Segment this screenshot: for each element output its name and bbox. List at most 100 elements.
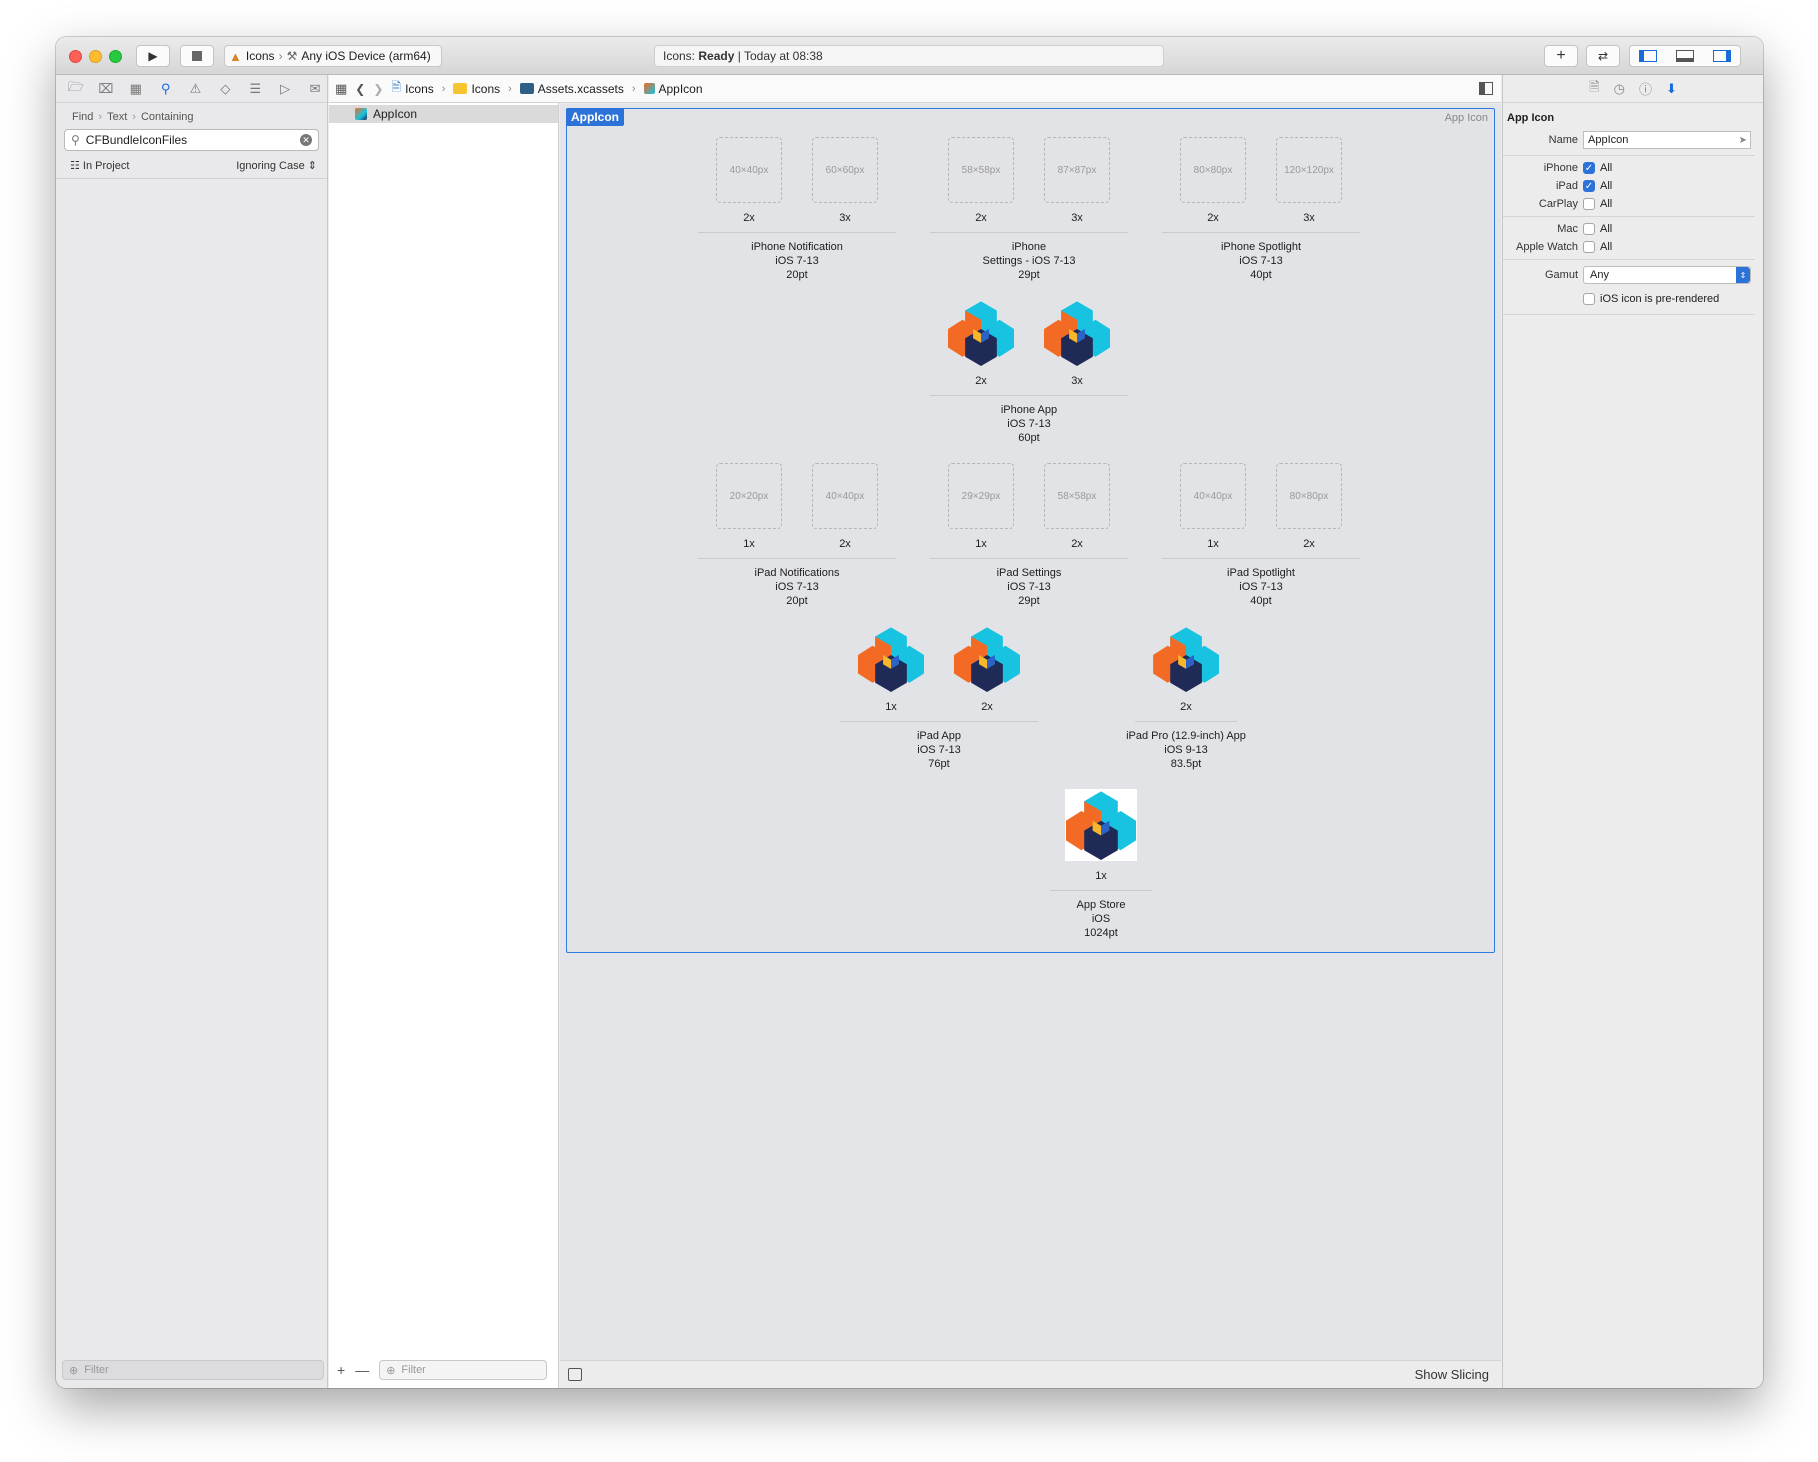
find-match-label[interactable]: Containing: [141, 111, 194, 123]
find-scope-button[interactable]: ☷ In Project: [70, 159, 129, 172]
run-button[interactable]: ▶: [136, 45, 170, 67]
icon-slot[interactable]: 2x: [954, 626, 1020, 713]
history-inspector-icon[interactable]: ◷: [1614, 81, 1625, 97]
icon-slot-group-label-line: Settings - iOS 7-13: [982, 255, 1076, 267]
test-diamond-icon[interactable]: ◇: [213, 79, 237, 99]
icon-slot[interactable]: 29×29px 1x: [948, 463, 1014, 550]
icon-slot[interactable]: 40×40px 2x: [716, 137, 782, 224]
show-slicing-button[interactable]: Show Slicing: [1415, 1367, 1489, 1382]
breadcrumb-assets[interactable]: Assets.xcassets: [519, 82, 624, 96]
find-search-field[interactable]: ⚲ CFBundleIconFiles ✕: [64, 129, 319, 151]
name-field[interactable]: AppIcon ➤: [1583, 131, 1751, 149]
toggle-navigator-icon[interactable]: [1639, 50, 1658, 62]
toggle-inspector-icon[interactable]: [1712, 50, 1731, 62]
library-button[interactable]: +: [1544, 45, 1578, 67]
icon-slot[interactable]: 40×40px 2x: [812, 463, 878, 550]
app-icon-image[interactable]: [1044, 300, 1110, 366]
icon-slot[interactable]: 2x: [1152, 626, 1219, 713]
icon-slot[interactable]: 80×80px 2x: [1180, 137, 1246, 224]
icon-slot[interactable]: 1x: [858, 626, 924, 713]
prerendered-checkbox[interactable]: [1583, 293, 1595, 305]
file-inspector-icon[interactable]: 🗎: [1589, 78, 1599, 100]
arrow-circle-icon[interactable]: ➤: [1739, 135, 1747, 146]
icon-slot[interactable]: 80×80px 2x: [1276, 463, 1342, 550]
toggle-debug-area-icon[interactable]: [1675, 50, 1694, 62]
close-window-button[interactable]: [69, 50, 82, 63]
icon-slot[interactable]: 58×58px 2x: [1044, 463, 1110, 550]
find-mode-path[interactable]: Find › Text › Containing: [56, 103, 327, 127]
icon-slot-group-label: iPad Notifications iOS 7-13 20pt: [755, 566, 840, 608]
gamut-popup[interactable]: Any ⇕: [1583, 266, 1751, 284]
app-icon-image[interactable]: [1065, 789, 1137, 861]
breadcrumb-project[interactable]: 🗎 Icons: [391, 78, 433, 99]
find-mode-label[interactable]: Find: [72, 111, 93, 123]
empty-icon-well[interactable]: 60×60px: [812, 137, 878, 203]
icon-slot-group-label-line: 1024pt: [1084, 927, 1118, 939]
device-checkbox[interactable]: [1583, 241, 1595, 253]
add-asset-button[interactable]: +: [337, 1362, 345, 1378]
report-icon[interactable]: ✉: [303, 79, 327, 99]
device-checkbox[interactable]: ✓: [1583, 162, 1595, 174]
find-search-value[interactable]: CFBundleIconFiles: [86, 133, 187, 147]
zoom-window-button[interactable]: [109, 50, 122, 63]
find-kind-label[interactable]: Text: [107, 111, 127, 123]
icon-slot[interactable]: 2x: [948, 300, 1014, 387]
back-arrow-icon[interactable]: ❮: [355, 82, 365, 96]
navigator-filter-field[interactable]: ⊕ Filter: [62, 1360, 324, 1380]
device-checkbox[interactable]: ✓: [1583, 180, 1595, 192]
empty-icon-well[interactable]: 29×29px: [948, 463, 1014, 529]
empty-icon-well[interactable]: 58×58px: [1044, 463, 1110, 529]
asset-filter-field[interactable]: ⊕ Filter: [379, 1360, 548, 1380]
empty-icon-well[interactable]: 80×80px: [1180, 137, 1246, 203]
icon-slot-row: 58×58px 2x 87×87px 3x: [930, 137, 1128, 233]
icon-slot[interactable]: 120×120px 3x: [1276, 137, 1342, 224]
breadcrumb-folder[interactable]: Icons: [453, 82, 500, 96]
remove-asset-button[interactable]: —: [355, 1362, 369, 1378]
app-icon-image[interactable]: [954, 626, 1020, 692]
symbol-icon[interactable]: ▦: [124, 79, 148, 99]
forward-arrow-icon[interactable]: ❯: [373, 82, 383, 96]
attributes-inspector-icon[interactable]: ⬇: [1666, 81, 1677, 97]
empty-icon-well[interactable]: 40×40px: [812, 463, 878, 529]
asset-list-footer: + — ⊕ Filter: [329, 1358, 558, 1382]
icon-slot[interactable]: 3x: [1044, 300, 1110, 387]
scheme-selector[interactable]: ▲ Icons › ⚒ Any iOS Device (arm64): [224, 45, 442, 67]
empty-icon-well[interactable]: 40×40px: [716, 137, 782, 203]
help-inspector-icon[interactable]: ⓘ: [1639, 79, 1652, 98]
empty-icon-well[interactable]: 120×120px: [1276, 137, 1342, 203]
breadcrumb-appicon[interactable]: AppIcon: [643, 82, 703, 96]
asset-list-item[interactable]: AppIcon: [329, 105, 558, 123]
icon-slot[interactable]: 1x: [1065, 789, 1137, 882]
adjust-editor-icon[interactable]: [1479, 82, 1493, 95]
empty-icon-well[interactable]: 87×87px: [1044, 137, 1110, 203]
device-checkbox[interactable]: [1583, 198, 1595, 210]
empty-icon-well[interactable]: 40×40px: [1180, 463, 1246, 529]
minimize-window-button[interactable]: [89, 50, 102, 63]
icon-slot[interactable]: 60×60px 3x: [812, 137, 878, 224]
debug-icon[interactable]: ☰: [243, 79, 267, 99]
related-items-icon[interactable]: ▦: [335, 81, 347, 97]
app-icon-image[interactable]: [948, 300, 1014, 366]
empty-icon-well[interactable]: 58×58px: [948, 137, 1014, 203]
issue-warning-icon[interactable]: ⚠: [184, 79, 208, 99]
find-icon[interactable]: ⚲: [154, 79, 178, 99]
clear-search-icon[interactable]: ✕: [300, 134, 312, 146]
icon-slot-group: 40×40px 1x 80×80px 2x iPad Spotlight iOS 7-13…: [1162, 463, 1360, 608]
icon-slot[interactable]: 40×40px 1x: [1180, 463, 1246, 550]
code-review-button[interactable]: ⇄: [1586, 45, 1620, 67]
stop-button[interactable]: [180, 45, 214, 67]
icon-slot[interactable]: 87×87px 3x: [1044, 137, 1110, 224]
source-control-icon[interactable]: ⌧: [94, 79, 118, 99]
empty-icon-well[interactable]: 80×80px: [1276, 463, 1342, 529]
app-icon-image[interactable]: [858, 626, 924, 692]
icon-slot[interactable]: 20×20px 1x: [716, 463, 782, 550]
folder-icon[interactable]: 🗁: [64, 79, 88, 99]
device-checkbox[interactable]: [1583, 223, 1595, 235]
breakpoint-icon[interactable]: ▷: [273, 79, 297, 99]
device-preview-icon[interactable]: [568, 1368, 582, 1381]
empty-icon-well[interactable]: 20×20px: [716, 463, 782, 529]
icon-slot[interactable]: 58×58px 2x: [948, 137, 1014, 224]
app-icon-image[interactable]: [1152, 626, 1219, 692]
appicon-set-canvas[interactable]: AppIcon App Icon 40×40px 2x 60×60px 3x iPhon…: [566, 108, 1495, 953]
case-mode-popup[interactable]: Ignoring Case ⇕: [236, 159, 317, 172]
